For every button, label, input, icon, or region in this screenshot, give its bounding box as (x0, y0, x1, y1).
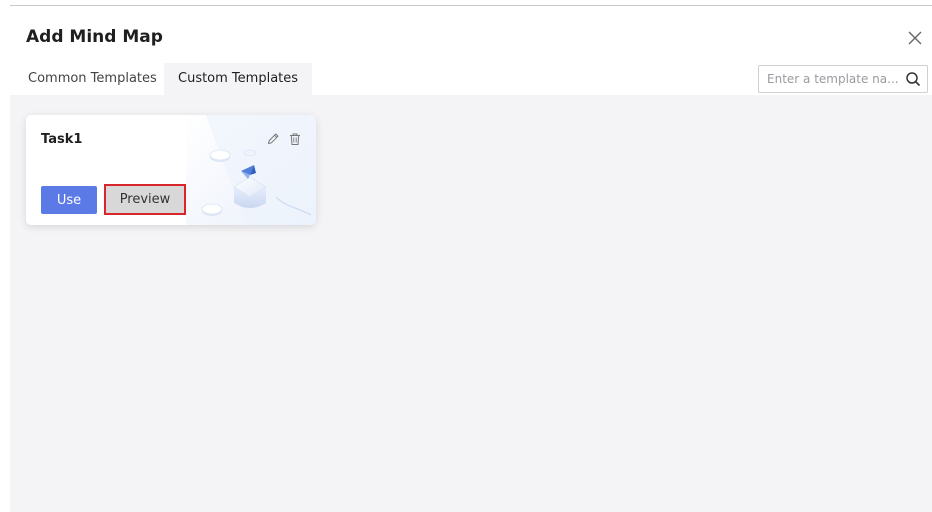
delete-icon[interactable] (288, 132, 302, 146)
add-mind-map-dialog: Add Mind Map Common Templates Custom Tem… (10, 5, 932, 512)
search-icon[interactable] (905, 71, 921, 87)
dialog-title: Add Mind Map (26, 27, 163, 47)
tab-common-templates[interactable]: Common Templates (14, 63, 171, 95)
edit-icon[interactable] (266, 132, 280, 146)
use-button[interactable]: Use (41, 186, 97, 214)
template-list: Task1 Use Preview (10, 95, 932, 512)
tab-custom-templates[interactable]: Custom Templates (164, 63, 313, 95)
template-search (758, 65, 928, 93)
template-card: Task1 Use Preview (26, 115, 316, 225)
search-input[interactable] (767, 66, 901, 92)
close-button[interactable] (902, 25, 928, 51)
template-name: Task1 (41, 132, 83, 147)
close-icon (908, 31, 922, 45)
preview-button[interactable]: Preview (104, 184, 186, 215)
divider (10, 5, 932, 6)
